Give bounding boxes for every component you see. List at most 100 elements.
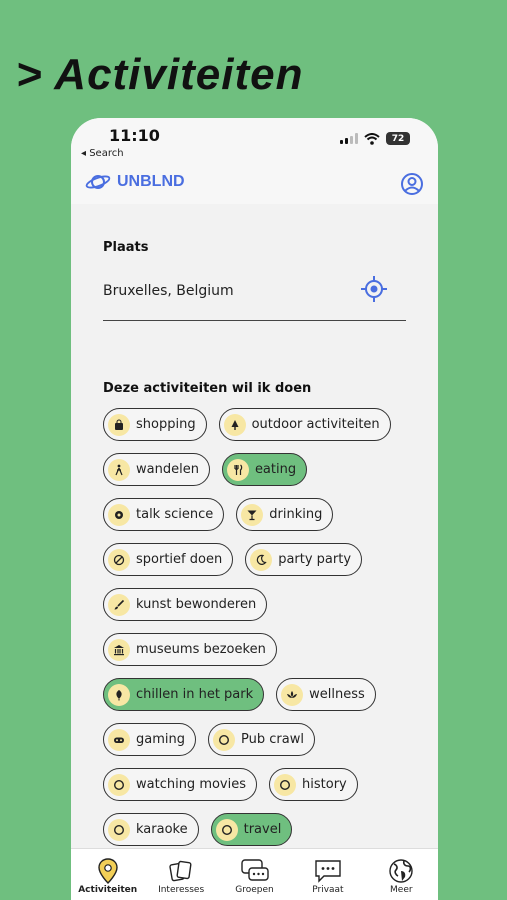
tab-label: Activiteiten <box>78 885 138 895</box>
phone-screen: 11:10 ◂ Search 72 UNBLND Plaats Bruxelle… <box>71 118 438 900</box>
activity-chip-wandelen[interactable]: wandelen <box>103 453 210 486</box>
activity-chip-pub-crawl[interactable]: Pub crawl <box>208 723 315 756</box>
bag-icon <box>108 413 130 436</box>
message-icon <box>314 857 342 885</box>
circle-icon <box>215 818 238 841</box>
activity-chip-gaming[interactable]: gaming <box>103 723 196 756</box>
activities-title: Deze activiteiten wil ik doen <box>103 381 312 396</box>
tab-label: Privaat <box>312 885 344 895</box>
activity-chip-chillen-in-het-park[interactable]: chillen in het park <box>103 678 265 711</box>
tree-icon <box>223 413 246 436</box>
activity-chip-outdoor-activiteiten[interactable]: outdoor activiteiten <box>218 408 391 441</box>
chip-row: talk science drinking <box>103 498 406 531</box>
status-time: 11:10 <box>109 126 160 145</box>
globe-icon <box>388 857 414 885</box>
activity-chip-label: talk science <box>136 507 214 522</box>
lotus-icon <box>281 683 304 706</box>
activity-chip-shopping[interactable]: shopping <box>103 408 207 441</box>
activity-chip-label: watching movies <box>136 777 247 792</box>
activity-chip-party-party[interactable]: party party <box>245 543 363 576</box>
museum-icon <box>108 638 130 661</box>
place-label: Plaats <box>103 240 149 255</box>
profile-icon[interactable] <box>400 172 424 196</box>
ball-icon <box>108 548 130 571</box>
hiker-icon <box>108 458 130 481</box>
activity-chip-label: shopping <box>136 417 196 432</box>
activity-chip-label: wellness <box>309 687 365 702</box>
tab-label: Meer <box>390 885 413 895</box>
activity-chip-label: chillen in het park <box>136 687 254 702</box>
chip-row: wandelen eating <box>103 453 406 486</box>
activity-chip-sportief-doen[interactable]: sportief doen <box>103 543 234 576</box>
chip-row: gaming Pub crawl <box>103 723 406 756</box>
cocktail-icon <box>241 503 264 526</box>
activity-chip-label: sportief doen <box>136 552 223 567</box>
activity-chip-label: eating <box>254 462 297 477</box>
activity-chip-museums-bezoeken[interactable]: museums bezoeken <box>103 633 277 666</box>
app-name: UNBLND <box>117 173 185 190</box>
activity-chip-label: travel <box>243 822 282 837</box>
locate-icon[interactable] <box>360 275 388 303</box>
battery-icon: 72 <box>386 132 410 145</box>
app-logo[interactable]: UNBLND <box>85 172 185 192</box>
activity-chip-label: karaoke <box>136 822 188 837</box>
map-pin-icon <box>97 857 119 885</box>
circle-icon <box>108 818 130 841</box>
tab-label: Interesses <box>158 885 205 895</box>
activity-chip-list: shopping outdoor activiteiten wandelen eati… <box>103 408 406 846</box>
chip-row: museums bezoeken <box>103 633 406 666</box>
chip-row: shopping outdoor activiteiten <box>103 408 406 441</box>
activity-chip-watching-movies[interactable]: watching movies <box>103 768 258 801</box>
brush-icon <box>108 593 130 616</box>
wifi-icon <box>364 132 380 145</box>
chip-row: kunst bewonderen <box>103 588 406 621</box>
planet-icon <box>85 175 111 189</box>
activity-chip-label: history <box>302 777 347 792</box>
tab-interesses[interactable]: Interesses <box>144 849 217 900</box>
signal-icon <box>340 133 358 144</box>
place-field[interactable]: Bruxelles, Belgium <box>103 276 406 321</box>
activity-chip-wellness[interactable]: wellness <box>276 678 376 711</box>
status-bar: 11:10 ◂ Search 72 <box>71 118 438 166</box>
activity-chip-label: outdoor activiteiten <box>251 417 380 432</box>
chip-row: karaoke travel <box>103 813 406 846</box>
activity-chip-history[interactable]: history <box>269 768 358 801</box>
back-to-search-link[interactable]: ◂ Search <box>81 148 124 159</box>
activity-chip-eating[interactable]: eating <box>221 453 308 486</box>
activity-chip-label: museums bezoeken <box>136 642 266 657</box>
activity-chip-label: wandelen <box>136 462 199 477</box>
activity-chip-kunst-bewonderen[interactable]: kunst bewonderen <box>103 588 268 621</box>
tab-label: Groepen <box>235 885 274 895</box>
activity-chip-label: kunst bewonderen <box>136 597 257 612</box>
activity-chip-talk-science[interactable]: talk science <box>103 498 225 531</box>
leaf-icon <box>108 683 130 706</box>
cutlery-icon <box>226 458 249 481</box>
chip-row: sportief doen party party <box>103 543 406 576</box>
activity-chip-label: Pub crawl <box>241 732 304 747</box>
activity-chip-label: party party <box>278 552 352 567</box>
tab-bar: Activiteiten Interesses Groepen Privaat Meer <box>71 848 438 900</box>
circle-icon <box>274 773 297 796</box>
circle-icon <box>108 773 130 796</box>
app-bar: UNBLND <box>71 166 438 204</box>
tab-activiteiten[interactable]: Activiteiten <box>71 849 144 900</box>
activity-chip-label: drinking <box>269 507 323 522</box>
tab-meer[interactable]: Meer <box>365 849 438 900</box>
activity-chip-karaoke[interactable]: karaoke <box>103 813 199 846</box>
chat-icon <box>240 857 270 885</box>
chip-row: watching movies history <box>103 768 406 801</box>
status-icons: 72 <box>340 132 410 145</box>
activity-chip-travel[interactable]: travel <box>210 813 293 846</box>
activities-form: Plaats Bruxelles, Belgium Deze activitei… <box>71 204 438 848</box>
page-headline: > Activiteiten <box>16 50 304 99</box>
tab-groepen[interactable]: Groepen <box>218 849 291 900</box>
chip-row: chillen in het park wellness <box>103 678 406 711</box>
circle-icon <box>213 728 235 751</box>
gamepad-icon <box>108 728 130 751</box>
activity-chip-drinking[interactable]: drinking <box>236 498 334 531</box>
activity-chip-label: gaming <box>136 732 185 747</box>
cards-icon <box>168 857 194 885</box>
gear-icon <box>108 503 130 526</box>
moon-icon <box>250 548 273 571</box>
tab-privaat[interactable]: Privaat <box>291 849 364 900</box>
